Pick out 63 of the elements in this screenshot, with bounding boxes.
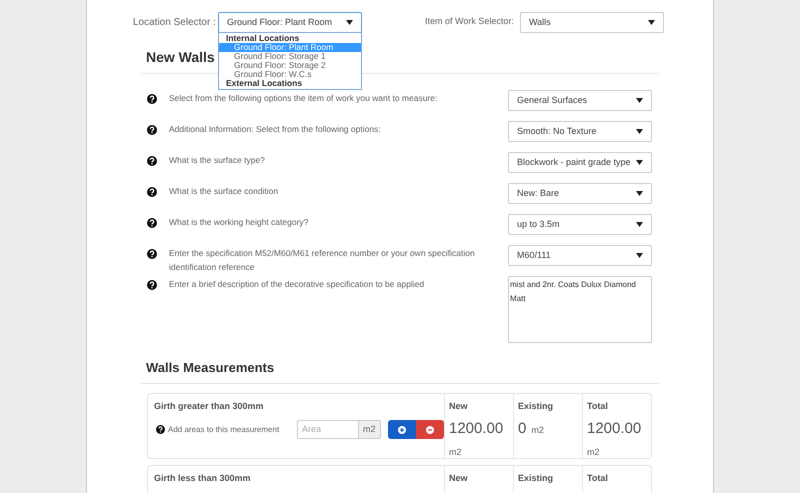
help-icon (147, 187, 157, 197)
caret-icon (636, 222, 643, 227)
column-label: Existing (518, 400, 554, 413)
measurement-value: 0 (518, 419, 526, 439)
question-text: Additional Information: Select from the following options: (169, 123, 382, 136)
dropdown-option[interactable]: Ground Floor: W.C.s (219, 70, 361, 79)
question-text: Enter a brief description of the decorative specification to be applied (169, 278, 426, 291)
measurement-title: Girth greater than 300mm (154, 400, 265, 413)
column-label: Total (587, 400, 609, 412)
caret-icon (346, 20, 353, 25)
answer-select[interactable]: New: Bare (508, 183, 652, 204)
location-select[interactable]: Ground Floor: Plant Room (218, 12, 362, 33)
section-heading: Walls Measurements (146, 359, 274, 377)
help-icon (156, 425, 165, 434)
minus-icon (426, 426, 434, 434)
column-label: New (449, 400, 469, 412)
field-label: Item of Work Selector: (425, 15, 515, 28)
answer-select[interactable]: Blockwork - paint grade type (508, 152, 652, 173)
unit-text: m2 (449, 446, 463, 458)
answer-select[interactable]: Smooth: No Texture (508, 121, 652, 142)
help-icon (147, 156, 157, 166)
remove-button[interactable] (416, 420, 444, 439)
question-text: Enter the specification M52/M60/M61 reference number or your own specification identification reference (169, 247, 476, 274)
option-group-label: Internal Locations (225, 34, 300, 43)
question-text: What is the surface type? (169, 154, 266, 167)
description-textarea[interactable]: mist and 2nr. Coats Dulux Diamond Matt (508, 276, 652, 343)
column-label: New (449, 472, 469, 484)
plus-icon (398, 426, 406, 434)
help-icon (147, 280, 157, 290)
caret-icon (648, 20, 655, 25)
measurement-value: 1200.00 (587, 419, 642, 439)
add-button[interactable] (388, 420, 416, 439)
help-icon (147, 249, 157, 259)
caret-icon (636, 160, 643, 165)
question-text: What is the surface condition (169, 185, 280, 198)
dropdown-option[interactable]: Ground Floor: Storage 2 (219, 61, 361, 70)
area-input[interactable]: Area m2 (297, 420, 381, 439)
column-label: Total (587, 472, 609, 484)
unit-text: m2 (531, 424, 544, 437)
help-icon (147, 125, 157, 135)
caret-icon (636, 253, 643, 258)
caret-icon (636, 129, 643, 134)
help-icon (147, 94, 157, 104)
hint-text: Add areas to this measurement (168, 424, 280, 436)
unit-text: m2 (587, 446, 601, 458)
help-icon (147, 218, 157, 228)
dropdown-option[interactable]: Ground Floor: Storage 1 (219, 52, 361, 61)
measurement-title: Girth less than 300mm (154, 472, 252, 484)
answer-select[interactable]: General Surfaces (508, 90, 652, 111)
measurement-value: 1200.00 (449, 419, 504, 439)
work-select[interactable]: Walls (520, 12, 664, 33)
section-heading: New Walls (146, 48, 215, 67)
question-text: Select from the following options the item of work you want to measure: (169, 92, 438, 105)
caret-icon (636, 191, 643, 196)
answer-select[interactable]: up to 3.5m (508, 214, 652, 235)
caret-icon (636, 98, 643, 103)
question-text: What is the working height category? (169, 216, 310, 229)
answer-select[interactable]: M60/111 (508, 245, 652, 266)
column-label: Existing (518, 472, 554, 485)
field-label: Location Selector : (133, 16, 217, 30)
placeholder-text: Area (301, 423, 322, 436)
unit-label: m2 (358, 421, 380, 438)
option-group-label: External Locations (225, 79, 304, 88)
